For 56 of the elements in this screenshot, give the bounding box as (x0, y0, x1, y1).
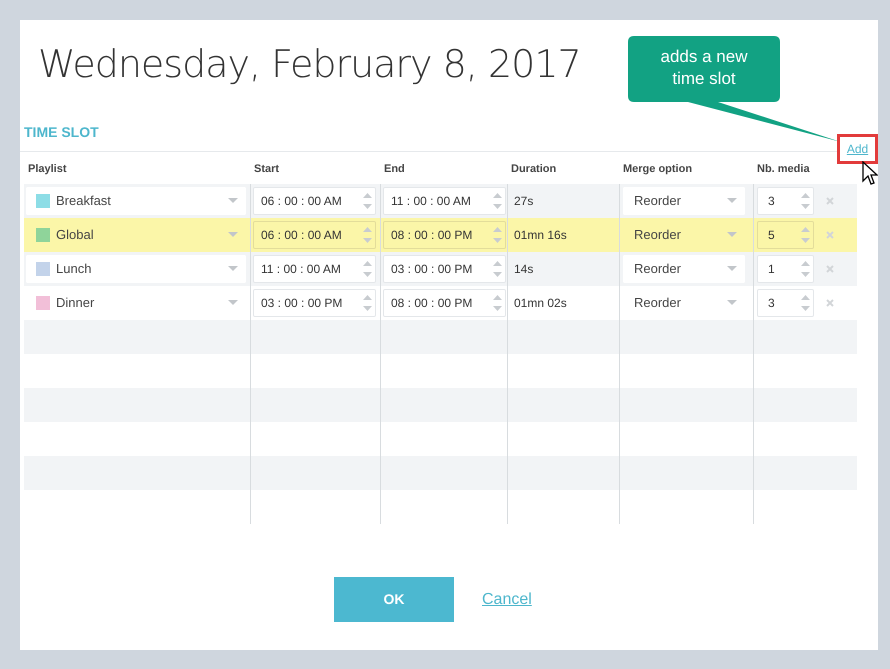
spinner-icon (801, 225, 810, 245)
number-field[interactable]: 3 (757, 289, 814, 317)
spinner-icon (493, 191, 502, 211)
spinner-icon (363, 191, 372, 211)
time-field[interactable]: 06 : 00 : 00 AM (253, 187, 376, 215)
spinner-icon (801, 191, 810, 211)
time-field[interactable]: 03 : 00 : 00 PM (383, 255, 506, 283)
callout-text: adds a new time slot (660, 46, 748, 90)
time-field[interactable]: 11 : 00 : 00 AM (383, 187, 506, 215)
duration-text: 01mn 02s (513, 295, 567, 312)
column-header: Playlist (28, 163, 67, 175)
column-header: Nb. media (757, 163, 810, 175)
caret-icon (228, 232, 238, 238)
delete-icon[interactable] (826, 231, 834, 239)
selected-row[interactable]: Global 06 : 00 : 00 AM 08 : 00 : 00 PM 01mn 16s Reorder 5 (24, 218, 857, 252)
time-field[interactable]: 06 : 00 : 00 AM (253, 221, 376, 249)
merge-select[interactable]: Reorder (623, 187, 745, 215)
column-header: Start (254, 163, 280, 175)
number-field[interactable]: 5 (757, 221, 814, 249)
spinner-icon (493, 225, 502, 245)
delete-icon[interactable] (826, 299, 834, 307)
spinner-icon (363, 225, 372, 245)
delete-icon[interactable] (826, 197, 834, 205)
spinner-icon (801, 293, 810, 313)
time-field[interactable]: 03 : 00 : 00 PM (253, 289, 376, 317)
caret-icon (727, 266, 737, 272)
number-field[interactable]: 3 (757, 187, 814, 215)
caret-icon (727, 300, 737, 306)
duration-text: 27s (513, 193, 534, 210)
column-header: Duration (511, 163, 556, 175)
time-field[interactable]: 11 : 00 : 00 AM (253, 255, 376, 283)
time-field[interactable]: 08 : 00 : 00 PM (383, 289, 506, 317)
section-title: TIME SLOT (24, 123, 99, 142)
dialog-title: Wednesday, February 8, 2017 (38, 42, 581, 86)
spinner-icon (363, 259, 372, 279)
column-header: Merge option (623, 163, 692, 175)
caret-icon (727, 198, 737, 204)
caret-icon (727, 232, 737, 238)
time-field[interactable]: 08 : 00 : 00 PM (383, 221, 506, 249)
spinner-icon (801, 259, 810, 279)
duration-text: 01mn 16s (513, 227, 567, 244)
table-row[interactable]: Breakfast 06 : 00 : 00 AM 11 : 00 : 00 AM 27s Reorder 3 (24, 184, 857, 218)
table-row[interactable]: Lunch 11 : 00 : 00 AM 03 : 00 : 00 PM 14s Reorder 1 (24, 252, 857, 286)
spinner-icon (493, 293, 502, 313)
merge-select[interactable]: Reorder (623, 255, 745, 283)
playlist-select[interactable]: Breakfast (26, 187, 246, 215)
spinner-icon (363, 293, 372, 313)
number-field[interactable]: 1 (757, 255, 814, 283)
spinner-icon (493, 259, 502, 279)
caret-icon (228, 198, 238, 204)
caret-icon (228, 300, 238, 306)
playlist-select[interactable]: Lunch (26, 255, 246, 283)
column-header: End (384, 163, 405, 175)
caret-icon (228, 266, 238, 272)
duration-text: 14s (513, 261, 534, 278)
delete-icon[interactable] (826, 265, 834, 273)
